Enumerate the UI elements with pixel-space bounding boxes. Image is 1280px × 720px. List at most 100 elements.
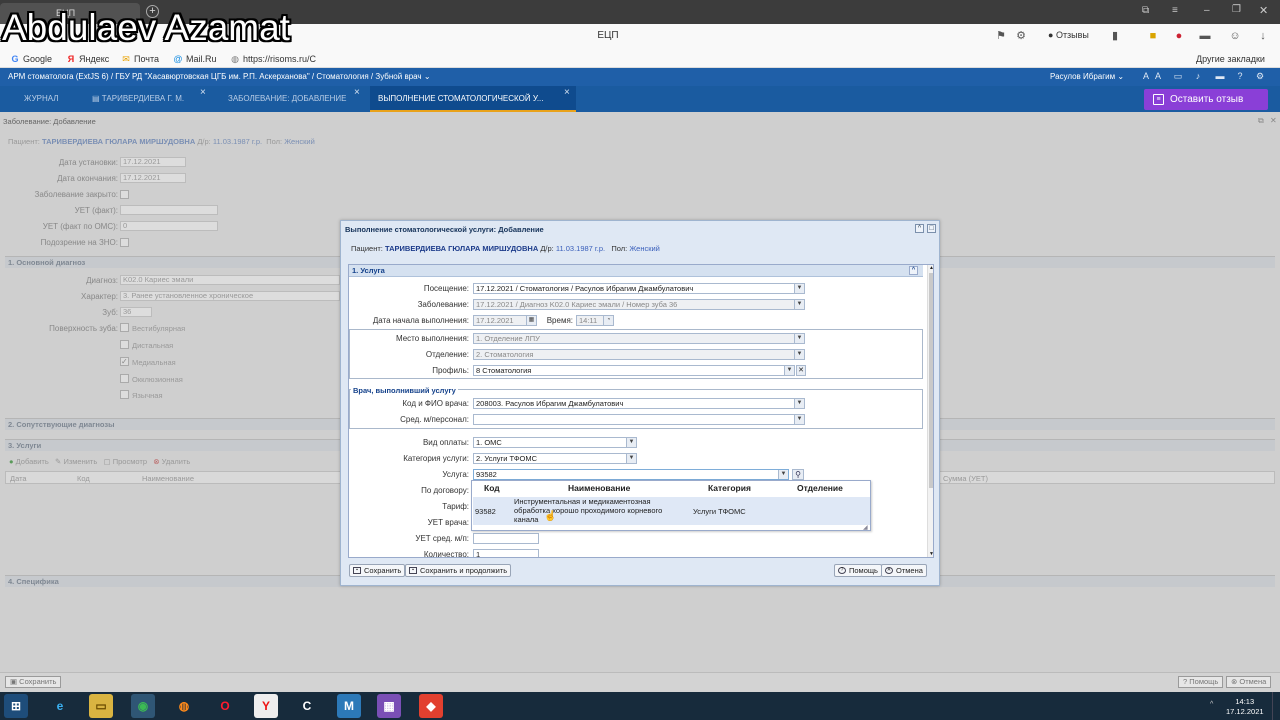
visit-combo[interactable]: 17.12.2021 / Стоматология / Расулов Ибра…: [473, 283, 805, 294]
settings-icon[interactable]: ⚙: [1254, 71, 1266, 82]
tab-search-icon[interactable]: ⧉: [1142, 5, 1149, 16]
collapse-icon[interactable]: ^: [915, 224, 924, 233]
bookmark-risoms[interactable]: ◍ https://risoms.ru/C: [230, 54, 316, 65]
ext-red-icon[interactable]: ●: [1172, 29, 1186, 43]
yandex-browser-icon[interactable]: Y: [254, 694, 278, 718]
close-tab-icon[interactable]: ×: [354, 80, 360, 105]
bg-surface-option: Окклюзионная: [132, 375, 183, 384]
bookmark-google[interactable]: G Google: [10, 54, 52, 64]
save-button[interactable]: ▪ Сохранить: [349, 564, 406, 577]
tab-journal[interactable]: ЖУРНАЛ: [16, 86, 67, 112]
chevron-down-icon[interactable]: ▼: [778, 470, 788, 479]
start-date-field[interactable]: 17.12.2021 ▦: [473, 315, 537, 326]
time-field[interactable]: 14:11 ◔: [576, 315, 614, 326]
window-restore-icon[interactable]: ⧉: [1258, 116, 1264, 126]
anydesk-icon[interactable]: ◆: [419, 694, 443, 718]
close-tab-icon[interactable]: ×: [564, 80, 570, 105]
visit-label: Посещение:: [423, 284, 469, 293]
firefox-icon[interactable]: ◍: [172, 694, 196, 718]
category-combo[interactable]: 2. Услуги ТФОМС ▼: [473, 453, 637, 464]
maximize-icon[interactable]: ❐: [1232, 4, 1241, 15]
close-tab-icon[interactable]: ×: [200, 80, 206, 105]
chevron-down-icon[interactable]: ▼: [626, 454, 636, 463]
scrollbar-thumb[interactable]: [929, 273, 933, 488]
collapse-section-icon[interactable]: ^: [909, 266, 918, 275]
save-continue-button[interactable]: ▪ Сохранить и продолжить: [405, 564, 512, 577]
bookmark-icon[interactable]: ▮: [1108, 29, 1122, 43]
font-size-icon[interactable]: A: [1140, 71, 1152, 81]
chevron-down-icon[interactable]: ▼: [794, 415, 804, 424]
service-input[interactable]: 93582 ▼: [473, 469, 789, 480]
clear-profile-icon[interactable]: ✕: [796, 365, 806, 376]
chrome-icon[interactable]: ◉: [131, 694, 155, 718]
doctor-combo[interactable]: 208003. Расулов Ибрагим Джамбулатович ▼: [473, 398, 805, 409]
profile-icon[interactable]: ☺: [1228, 29, 1242, 43]
start-icon[interactable]: ⊞: [4, 694, 28, 718]
disease-combo[interactable]: 17.12.2021 / Диагноз K02.0 Кариес эмали …: [473, 299, 805, 310]
chevron-down-icon[interactable]: ▼: [794, 284, 804, 293]
bg-diag-field: K02.0 Кариес эмали: [120, 275, 340, 285]
user-menu[interactable]: Расулов Ибрагим ⌄: [1050, 72, 1124, 81]
dropdown-header-category: Категория: [708, 483, 751, 493]
help-icon[interactable]: ?: [1234, 71, 1246, 81]
font-size-small-icon[interactable]: A: [1152, 71, 1164, 81]
extension-icon[interactable]: ⚙: [1014, 29, 1028, 43]
cancel-button[interactable]: ✕ Отмена: [881, 564, 927, 577]
bookmark-yandex[interactable]: Я Яндекс: [66, 54, 110, 64]
section-service-header[interactable]: 1. Услуга ^: [349, 265, 923, 277]
other-bookmarks[interactable]: Другие закладки: [1196, 54, 1265, 64]
leave-feedback-button[interactable]: ≡ Оставить отзыв: [1144, 89, 1268, 110]
chevron-down-icon[interactable]: ▼: [784, 366, 794, 375]
staff-combo[interactable]: ▼: [473, 414, 805, 425]
help-button[interactable]: ? Помощь: [834, 564, 882, 577]
google-icon: G: [11, 54, 19, 64]
translate-icon[interactable]: ⚑: [994, 29, 1008, 43]
winrar-icon[interactable]: ▦: [377, 694, 401, 718]
minimize-icon[interactable]: –: [1204, 5, 1210, 16]
chevron-down-icon[interactable]: ▼: [626, 438, 636, 447]
scroll-up-icon[interactable]: ▲: [929, 265, 933, 271]
app-title[interactable]: АРМ стоматолога (ExtJS 6) / ГБУ РД "Хаса…: [8, 72, 431, 81]
scroll-down-icon[interactable]: ▼: [929, 551, 933, 557]
dialog-scrollbar[interactable]: ▲ ▼: [927, 265, 933, 557]
place-combo[interactable]: 1. Отделение ЛПУ ▼: [473, 333, 805, 344]
download-icon[interactable]: ↓: [1256, 29, 1270, 43]
window-close-icon[interactable]: ✕: [1270, 116, 1277, 125]
show-desktop-button[interactable]: [1272, 692, 1280, 720]
globe-icon: ◍: [231, 54, 239, 64]
bookmark-mail[interactable]: ✉ Почта: [121, 54, 159, 65]
ie-icon[interactable]: e: [48, 694, 72, 718]
opera-icon[interactable]: O: [213, 694, 237, 718]
department-combo[interactable]: 2. Стоматология ▼: [473, 349, 805, 360]
ccleaner-icon[interactable]: C: [295, 694, 319, 718]
close-window-icon[interactable]: ✕: [1259, 4, 1268, 17]
resize-handle-icon[interactable]: ◢: [863, 524, 868, 531]
feedback-chip[interactable]: ● Отзывы: [1048, 30, 1089, 40]
chevron-down-icon[interactable]: ▼: [794, 399, 804, 408]
search-icon[interactable]: ⚲: [792, 469, 804, 480]
payment-combo[interactable]: 1. ОМС ▼: [473, 437, 637, 448]
calendar-icon[interactable]: ▦: [526, 316, 536, 325]
tab-disease-add[interactable]: ЗАБОЛЕВАНИЕ: ДОБАВЛЕНИЕ ×: [220, 86, 360, 112]
clock-icon[interactable]: ◔: [603, 316, 613, 325]
ext-yellow-icon[interactable]: ■: [1146, 29, 1160, 43]
tray-arrow-icon[interactable]: ^: [1210, 701, 1213, 708]
department-label: Отделение:: [425, 350, 469, 359]
maximize-icon[interactable]: □: [927, 224, 936, 233]
windows-icon[interactable]: ▭: [1172, 71, 1184, 82]
tab-dental-service[interactable]: ВЫПОЛНЕНИЕ СТОМАТОЛОГИЧЕСКОЙ У... ×: [370, 86, 576, 112]
quantity-field[interactable]: 1: [473, 549, 539, 557]
profile-combo[interactable]: 8 Стоматология ▼: [473, 365, 795, 376]
video-icon[interactable]: ▬: [1214, 71, 1226, 81]
mail-app-icon[interactable]: M: [337, 694, 361, 718]
ext-gray-icon[interactable]: ▬: [1198, 29, 1212, 43]
explorer-icon[interactable]: ▭: [89, 694, 113, 718]
browser-menu-icon[interactable]: ≡: [1172, 5, 1178, 16]
bookmark-mailru[interactable]: @ Mail.Ru: [173, 54, 216, 64]
uet-staff-field[interactable]: [473, 533, 539, 544]
system-clock[interactable]: 14:13 17.12.2021: [1226, 697, 1264, 717]
tab-patient[interactable]: ▤ ТАРИВЕРДИЕВА Г. М. ×: [84, 86, 206, 112]
page-title: Заболевание: Добавление: [3, 117, 96, 126]
bell-icon[interactable]: ♪: [1192, 71, 1204, 81]
dropdown-option[interactable]: 93582 Инструментальная и медикаментозная…: [473, 497, 870, 525]
